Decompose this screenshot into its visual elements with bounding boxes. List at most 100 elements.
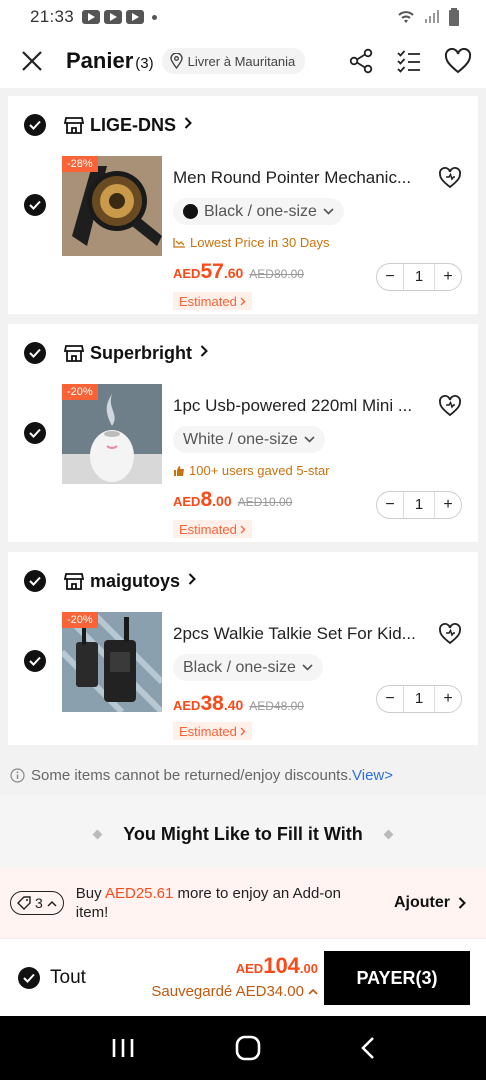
notification-icons — [82, 10, 145, 24]
total-price: AED 104 .00 — [151, 953, 318, 979]
product-image-humidifier[interactable]: -20% — [62, 384, 162, 484]
signal-icon — [425, 10, 439, 23]
increase-button[interactable]: + — [435, 690, 461, 708]
discount-badge: -28% — [62, 156, 98, 172]
shop-checkbox[interactable] — [24, 342, 46, 364]
shop-header[interactable]: Superbright — [8, 324, 478, 382]
quantity-stepper: − 1 + — [376, 491, 462, 519]
wishlist-add-icon[interactable] — [438, 394, 462, 418]
shop-checkbox[interactable] — [24, 570, 46, 592]
wishlist-heart-icon[interactable] — [444, 48, 472, 74]
decrease-button[interactable]: − — [377, 690, 403, 708]
increase-button[interactable]: + — [435, 268, 461, 286]
addon-banner: 3 Buy AED25.61 more to enjoy an Add-on i… — [0, 868, 486, 938]
checklist-icon[interactable] — [396, 48, 422, 74]
estimated-badge[interactable]: Estimated — [173, 722, 252, 740]
page-title-text: Panier — [66, 48, 134, 73]
estimated-badge[interactable]: Estimated — [173, 292, 252, 310]
notice-text: Some items cannot be returned/enjoy disc… — [31, 766, 353, 784]
item-checkbox[interactable] — [24, 194, 46, 216]
view-link[interactable]: View> — [352, 767, 393, 784]
pay-button[interactable]: PAYER(3) — [324, 951, 470, 1005]
estimated-label: Estimated — [179, 723, 237, 739]
coupon-toggle[interactable]: 3 — [10, 891, 64, 915]
wishlist-add-icon[interactable] — [438, 622, 462, 646]
select-all-checkbox[interactable] — [18, 966, 40, 989]
quantity-stepper: − 1 + — [376, 263, 462, 291]
variant-selector[interactable]: Black / one-size — [173, 198, 344, 225]
location-pin-icon — [169, 53, 183, 69]
coupon-count: 3 — [35, 895, 43, 911]
total-integer: 104 — [263, 953, 300, 978]
addon-message: Buy AED25.61 more to enjoy an Add-on ite… — [76, 884, 376, 922]
estimated-badge[interactable]: Estimated — [173, 520, 252, 538]
total-currency: AED — [235, 961, 264, 976]
youtube-icon — [104, 10, 123, 24]
product-name[interactable]: 1pc Usb-powered 220ml Mini ... — [173, 396, 423, 416]
product-name[interactable]: 2pcs Walkie Talkie Set For Kid... — [173, 624, 423, 644]
wishlist-add-icon[interactable] — [438, 166, 462, 190]
variant-selector[interactable]: Black / one-size — [173, 654, 323, 681]
estimated-label: Estimated — [179, 521, 237, 537]
price-currency: AED — [173, 494, 201, 509]
price-decimal: .40 — [223, 697, 244, 713]
item-checkbox[interactable] — [24, 422, 46, 444]
shop-header[interactable]: maigutoys — [8, 552, 478, 610]
savings-toggle[interactable]: Sauvegardé AED34.00 — [151, 983, 318, 1000]
item-checkbox[interactable] — [24, 650, 46, 672]
store-icon — [64, 571, 84, 591]
cart-header: Panier (3) Livrer à Mauritania — [0, 34, 486, 88]
youtube-icon — [82, 10, 101, 24]
thumbs-up-icon — [174, 465, 184, 476]
shop-card: Superbright -20% 1pc Usb-powered 220ml M… — [8, 324, 478, 542]
price-integer: 8 — [200, 488, 213, 511]
select-all-label[interactable]: Tout — [50, 967, 86, 989]
price-decimal: .60 — [223, 265, 244, 281]
close-button[interactable] — [18, 47, 46, 75]
add-button[interactable]: Ajouter — [394, 894, 466, 912]
quantity-value[interactable]: 1 — [403, 686, 435, 712]
chevron-right-icon — [188, 572, 196, 590]
chevron-right-icon — [200, 344, 208, 362]
variant-label: Black / one-size — [204, 202, 317, 220]
price: AED 57 .60 AED80.00 — [173, 260, 304, 284]
shop-header[interactable]: LIGE-DNS — [8, 96, 478, 154]
shop-card: maigutoys -20% 2pcs Walkie Talkie Set Fo… — [8, 552, 478, 745]
store-icon — [64, 343, 84, 363]
recent-apps-icon[interactable] — [110, 1037, 136, 1059]
price-currency: AED — [173, 698, 201, 713]
share-icon[interactable] — [348, 48, 374, 74]
original-price: AED10.00 — [237, 495, 293, 509]
info-icon — [10, 767, 25, 783]
home-icon[interactable] — [235, 1035, 261, 1061]
price-integer: 38 — [200, 692, 224, 715]
delivery-location[interactable]: Livrer à Mauritania — [161, 48, 306, 74]
rating-tag: 100+ users gaved 5-star — [173, 463, 330, 478]
quantity-value[interactable]: 1 — [403, 492, 435, 518]
addon-amount: AED25.61 — [104, 885, 174, 902]
check-icon — [29, 656, 41, 666]
shop-name: LIGE-DNS — [90, 114, 177, 135]
check-icon — [29, 348, 41, 358]
increase-button[interactable]: + — [435, 496, 461, 514]
battery-icon — [449, 8, 459, 26]
variant-selector[interactable]: White / one-size — [173, 426, 325, 453]
quantity-value[interactable]: 1 — [403, 264, 435, 290]
decrease-button[interactable]: − — [377, 268, 403, 286]
addon-prefix: Buy — [75, 885, 105, 902]
trend-down-icon — [173, 238, 185, 248]
chevron-up-icon — [308, 988, 318, 995]
price-integer: 57 — [200, 260, 224, 283]
shop-checkbox[interactable] — [24, 114, 46, 136]
system-nav-bar — [0, 1016, 486, 1080]
store-icon — [64, 115, 84, 135]
back-icon[interactable] — [360, 1036, 376, 1060]
product-image-walkie-talkie[interactable]: -20% — [62, 612, 162, 712]
quantity-stepper: − 1 + — [376, 685, 462, 713]
product-name[interactable]: Men Round Pointer Mechanic... — [173, 168, 423, 188]
check-icon — [29, 200, 41, 210]
decrease-button[interactable]: − — [377, 496, 403, 514]
product-image-watch[interactable]: -28% — [62, 156, 162, 256]
chevron-right-icon — [458, 897, 466, 909]
status-bar: 21:33 — [0, 0, 486, 34]
